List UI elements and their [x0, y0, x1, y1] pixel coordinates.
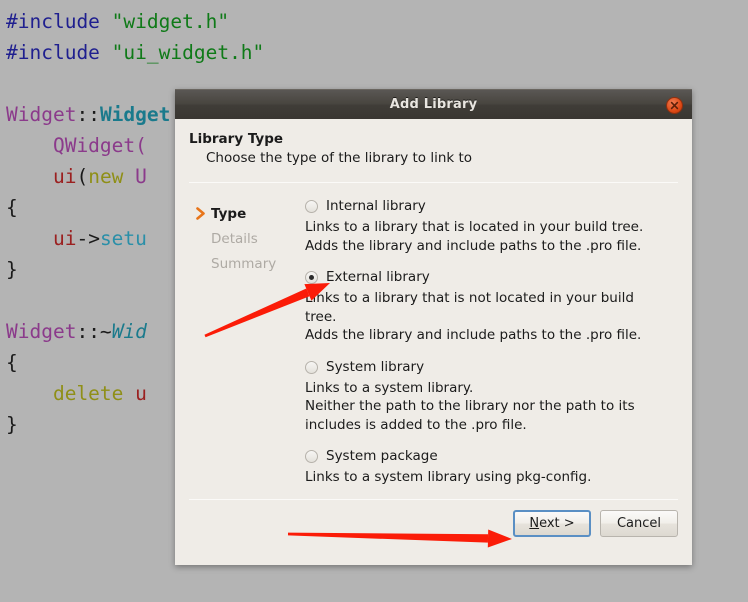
library-type-option-group: Internal library Links to a library that … — [305, 197, 692, 499]
radio-option-internal-library[interactable]: Internal library — [305, 197, 676, 215]
option-description-system-package: Links to a system library using pkg-conf… — [305, 469, 592, 485]
code-line: #include "ui_widget.h" — [6, 37, 748, 68]
dialog-body: Type Details Summary Internal library Links… — [175, 183, 692, 499]
code-token: ( — [76, 165, 89, 188]
radio-option-system-library[interactable]: System library — [305, 358, 676, 376]
radio-option-system-package[interactable]: System package — [305, 447, 676, 465]
option-block-system-library: System library Links to a system library.… — [305, 358, 676, 435]
option-block-system-package: System package Links to a system library … — [305, 447, 676, 487]
code-token: { — [6, 351, 18, 374]
wizard-step-label: Details — [211, 230, 258, 247]
dialog-footer: Next > Cancel — [175, 500, 692, 537]
code-token: Wid — [111, 320, 147, 343]
wizard-step-details: Details — [191, 226, 305, 251]
code-token: "ui_widget.h" — [111, 41, 265, 64]
code-token: U — [135, 165, 147, 188]
code-token: } — [6, 413, 18, 436]
close-icon[interactable] — [666, 97, 683, 114]
radio-label-external-library[interactable]: External library — [326, 268, 430, 286]
option-description-internal-library: Links to a library that is located in yo… — [305, 219, 644, 254]
radio-button-system-library[interactable] — [305, 360, 318, 374]
radio-label-internal-library[interactable]: Internal library — [326, 197, 426, 215]
page-subtitle: Choose the type of the library to link t… — [206, 150, 473, 166]
code-token: Widget — [6, 320, 77, 343]
code-token: Widget — [99, 103, 171, 126]
option-description-external-library: Links to a library that is not located i… — [305, 290, 642, 343]
cancel-button[interactable]: Cancel — [600, 510, 678, 537]
code-token: setu — [99, 227, 147, 250]
radio-option-external-library[interactable]: External library — [305, 268, 676, 286]
code-token: ui — [6, 227, 77, 250]
radio-label-system-library[interactable]: System library — [326, 358, 424, 376]
code-line: #include "widget.h" — [6, 6, 748, 37]
dialog-titlebar[interactable]: Add Library — [175, 89, 692, 119]
code-token: "widget.h" — [111, 10, 230, 33]
wizard-step-type: Type — [191, 201, 305, 226]
add-library-dialog: Add Library Library Type Choose the type… — [175, 89, 692, 565]
radio-button-system-package[interactable] — [305, 450, 318, 463]
next-button-label: Next > — [529, 516, 575, 531]
code-token: } — [6, 258, 18, 281]
code-token: { — [6, 196, 18, 219]
radio-button-external-library[interactable] — [305, 271, 318, 284]
dialog-title: Add Library — [389, 97, 478, 112]
wizard-step-summary: Summary — [191, 251, 305, 276]
code-token: :: — [76, 103, 100, 126]
wizard-step-label: Type — [211, 205, 247, 222]
code-token: #include — [6, 41, 112, 64]
radio-label-system-package[interactable]: System package — [326, 447, 438, 465]
code-token: -> — [76, 227, 100, 250]
code-token: #include — [6, 10, 112, 33]
radio-button-internal-library[interactable] — [305, 200, 318, 213]
code-token: Widget — [6, 103, 77, 126]
code-token: ui — [6, 165, 77, 188]
wizard-step-list: Type Details Summary — [175, 197, 305, 499]
code-token: new — [88, 165, 136, 188]
page-title: Library Type — [189, 131, 284, 147]
option-block-external-library: External library Links to a library that … — [305, 268, 676, 345]
next-button[interactable]: Next > — [513, 510, 591, 537]
dialog-header: Library Type Choose the type of the libr… — [175, 119, 692, 168]
code-token: u — [135, 382, 147, 405]
wizard-step-label: Summary — [211, 255, 277, 272]
code-token: QWidget( — [6, 134, 147, 157]
chevron-right-icon — [191, 207, 211, 220]
option-description-system-library: Links to a system library. Neither the p… — [305, 379, 635, 433]
code-token: delete — [6, 382, 136, 405]
cancel-button-label: Cancel — [616, 516, 662, 531]
option-block-internal-library: Internal library Links to a library that … — [305, 197, 676, 255]
code-token: ::~ — [76, 320, 112, 343]
